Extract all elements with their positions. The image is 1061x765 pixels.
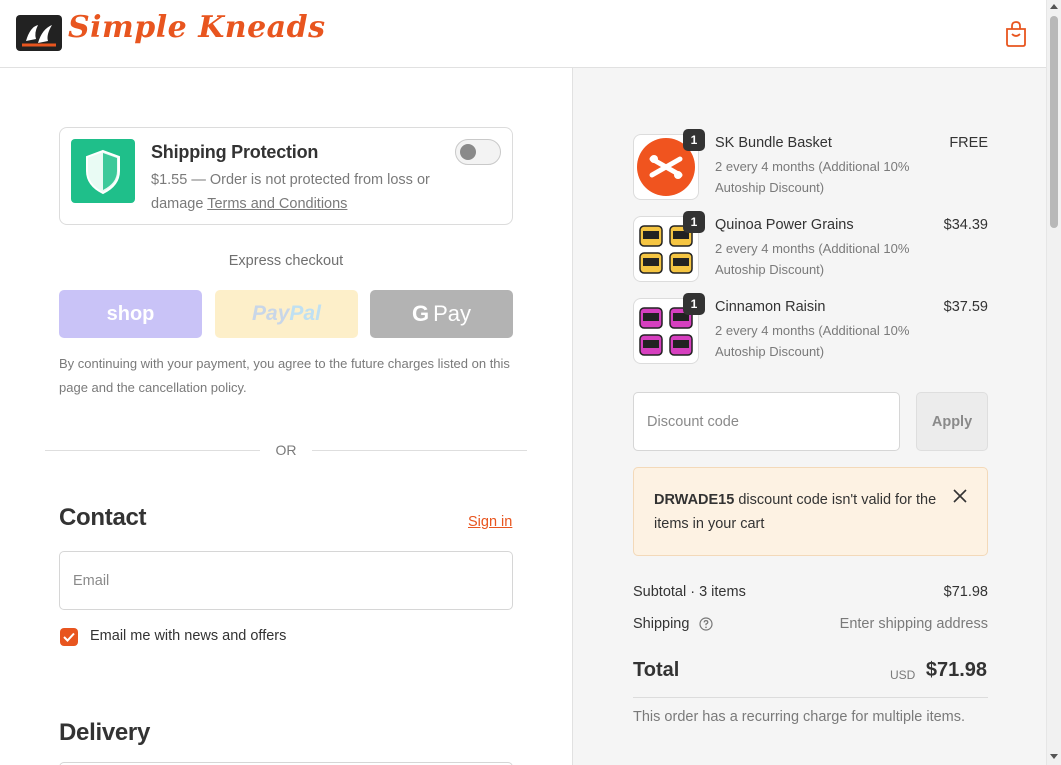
shop-pay-label: shop [106,302,155,325]
item-price: $34.39 [943,217,988,233]
product-thumbnail: 1 [633,129,705,200]
news-offers-checkbox[interactable] [60,628,78,646]
discount-error-alert: DRWADE15 discount code isn't valid for t… [633,467,988,556]
shipping-value: Enter shipping address [839,616,988,632]
product-thumbnail: 1 [633,211,705,282]
item-subscription: 2 every 4 months (Additional 10% Autoshi… [715,159,910,195]
scroll-up-arrow-icon[interactable] [1050,4,1058,9]
scroll-down-arrow-icon[interactable] [1050,754,1058,759]
divider-right [312,450,527,451]
item-name: SK Bundle Basket [715,135,832,151]
scroll-thumb[interactable] [1050,16,1058,228]
quantity-badge: 1 [683,293,705,315]
shopping-bag-icon[interactable] [1004,21,1028,47]
item-subscription: 2 every 4 months (Additional 10% Autoshi… [715,323,910,359]
divider-left [45,450,260,451]
order-summary: 1 SK Bundle Basket 2 every 4 months (Add… [572,68,1046,765]
hands-logo-icon[interactable] [16,15,62,51]
site-header: Simple Kneads [0,0,1046,68]
quantity-badge: 1 [683,211,705,233]
total-label: Total [633,659,680,681]
help-circle-icon[interactable] [699,617,714,631]
terms-link[interactable]: Terms and Conditions [207,196,347,212]
google-pay-label: Pay [433,301,472,326]
cart-item: 1 SK Bundle Basket 2 every 4 months (Add… [633,129,988,204]
subtotal-row: Subtotal · 3 items $71.98 [633,584,988,600]
consent-text: By continuing with your payment, you agr… [59,356,510,395]
shipping-row: Shipping Enter shipping address [633,616,988,632]
item-name: Quinoa Power Grains [715,217,854,233]
shield-icon [86,149,120,195]
total-divider [633,697,988,698]
shipping-protection-badge [71,139,135,203]
sign-in-link[interactable]: Sign in [468,514,512,530]
alert-message: DRWADE15 discount code isn't valid for t… [654,488,944,536]
news-offers-label[interactable]: Email me with news and offers [90,628,286,644]
shipping-label: Shipping [633,616,690,632]
quantity-badge: 1 [683,129,705,151]
page-scrollbar[interactable] [1046,0,1061,765]
checkmark-icon [63,632,75,642]
cart-item: 1 Quinoa Power Grains 2 every 4 months (… [633,211,988,286]
paypal-button[interactable]: Pay Pal [215,290,358,338]
subtotal-value: $71.98 [943,584,988,600]
email-field[interactable] [59,551,513,610]
recurring-charge-note: This order has a recurring charge for mu… [633,709,966,725]
shipping-protection-description: $1.55 — Order is not protected from loss… [151,168,451,216]
shipping-protection-card: Shipping Protection $1.55 — Order is not… [59,127,513,225]
contact-heading: Contact [59,504,147,531]
divider-or-text: OR [275,442,297,458]
brand-logo-text[interactable]: Simple Kneads [68,10,326,45]
toggle-knob [460,144,476,160]
subtotal-label: Subtotal · 3 items [633,584,746,600]
item-price: $37.59 [943,299,988,315]
discount-code-input[interactable] [633,392,900,451]
google-pay-button[interactable]: G Pay [370,290,513,338]
express-checkout-label: Express checkout [228,253,344,269]
google-g-icon: G [411,301,430,326]
alert-discount-code: DRWADE15 [654,492,735,508]
total-currency: USD [890,668,916,682]
item-subscription: 2 every 4 months (Additional 10% Autoshi… [715,241,910,277]
shipping-protection-toggle[interactable] [455,139,501,165]
close-icon[interactable] [952,488,968,504]
paypal-label-pal: Pal [289,302,321,325]
product-thumbnail: 1 [633,293,705,364]
delivery-heading: Delivery [59,719,150,746]
total-value: $71.98 [925,659,987,681]
shop-pay-button[interactable]: shop [59,290,202,338]
cart-item: 1 Cinnamon Raisin 2 every 4 months (Addi… [633,293,988,368]
item-name: Cinnamon Raisin [715,299,826,315]
apply-discount-button[interactable]: Apply [916,392,988,451]
paypal-label-pay: Pay [252,302,290,325]
shipping-protection-title: Shipping Protection [151,142,319,162]
item-price: FREE [949,135,988,151]
checkout-main: Shipping Protection $1.55 — Order is not… [0,68,572,765]
